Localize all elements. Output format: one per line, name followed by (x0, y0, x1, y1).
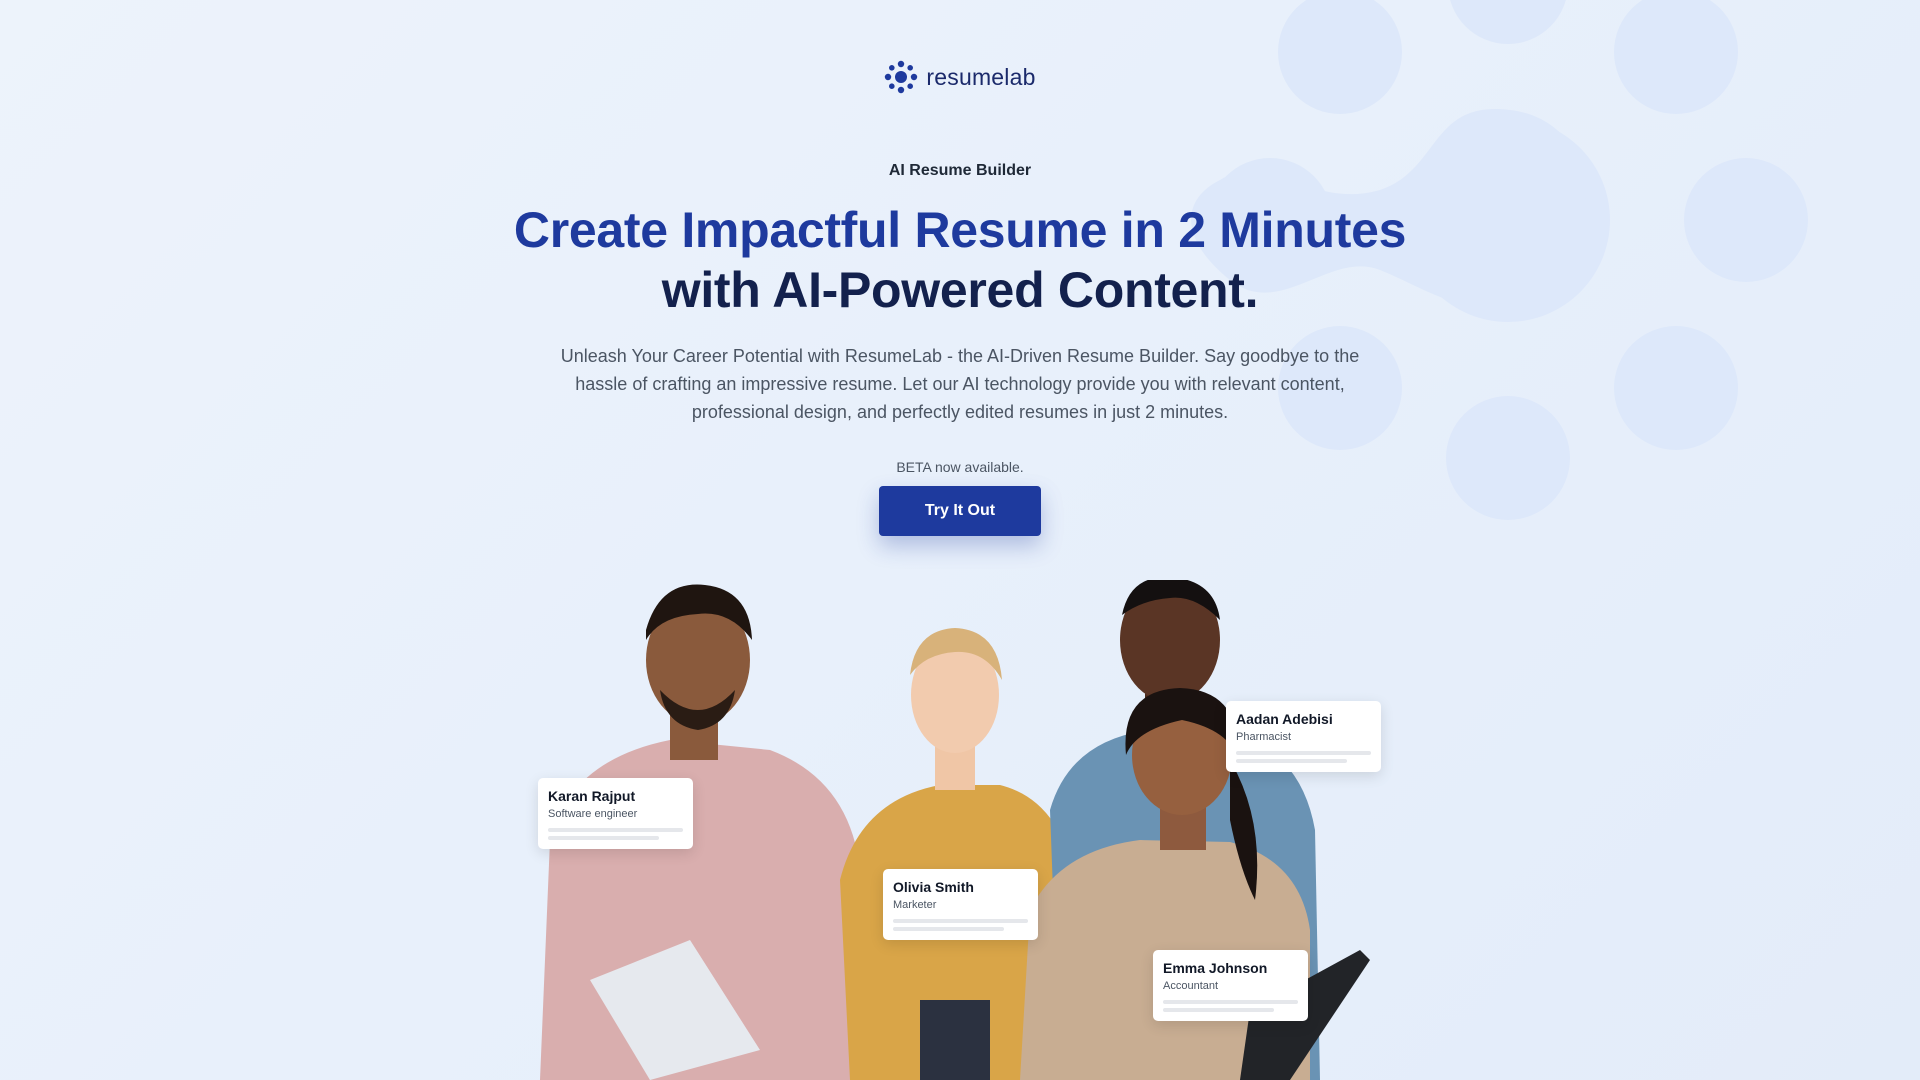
logo-dots-icon (885, 60, 918, 94)
profile-name: Karan Rajput (548, 788, 636, 804)
headline-rest: with AI-Powered Content. (661, 262, 1259, 318)
placeholder-line (1236, 751, 1371, 755)
decor-circle (1448, 0, 1568, 44)
brand-logo[interactable]: resumelab (0, 60, 1920, 94)
decor-circle (1614, 326, 1738, 450)
beta-note: BETA now available. (896, 459, 1024, 475)
profile-role: Accountant (1163, 980, 1219, 992)
placeholder-line (893, 927, 1004, 931)
profile-role: Marketer (893, 899, 937, 911)
placeholder-line (1163, 1000, 1298, 1004)
profile-name: Emma Johnson (1163, 960, 1268, 976)
profile-name: Olivia Smith (893, 879, 974, 895)
headline-accent: Create Impactful Resume in 2 Minutes (513, 202, 1407, 258)
try-it-out-button[interactable]: Try It Out (879, 486, 1041, 536)
profile-card[interactable]: Emma Johnson Accountant (1153, 950, 1308, 1021)
profile-name: Aadan Adebisi (1236, 711, 1333, 727)
placeholder-line (1236, 759, 1347, 763)
decor-circle (1446, 396, 1570, 520)
placeholder-line (548, 828, 683, 832)
placeholder-line (548, 836, 659, 840)
hero-eyebrow: AI Resume Builder (888, 162, 1032, 179)
profile-card[interactable]: Aadan Adebisi Pharmacist (1226, 701, 1381, 772)
hero-headline: Create Impactful Resume in 2 Minutes wit… (460, 200, 1460, 320)
profile-role: Software engineer (548, 808, 638, 820)
profile-card[interactable]: Karan Rajput Software engineer (538, 778, 693, 849)
placeholder-line (1163, 1008, 1274, 1012)
brand-name: resumelab (926, 63, 1036, 90)
profile-card[interactable]: Olivia Smith Marketer (883, 869, 1038, 940)
hero-description: Unleash Your Career Potential with Resum… (560, 346, 1360, 422)
placeholder-line (893, 919, 1028, 923)
decor-circle (1614, 0, 1738, 114)
profile-role: Pharmacist (1236, 731, 1292, 743)
